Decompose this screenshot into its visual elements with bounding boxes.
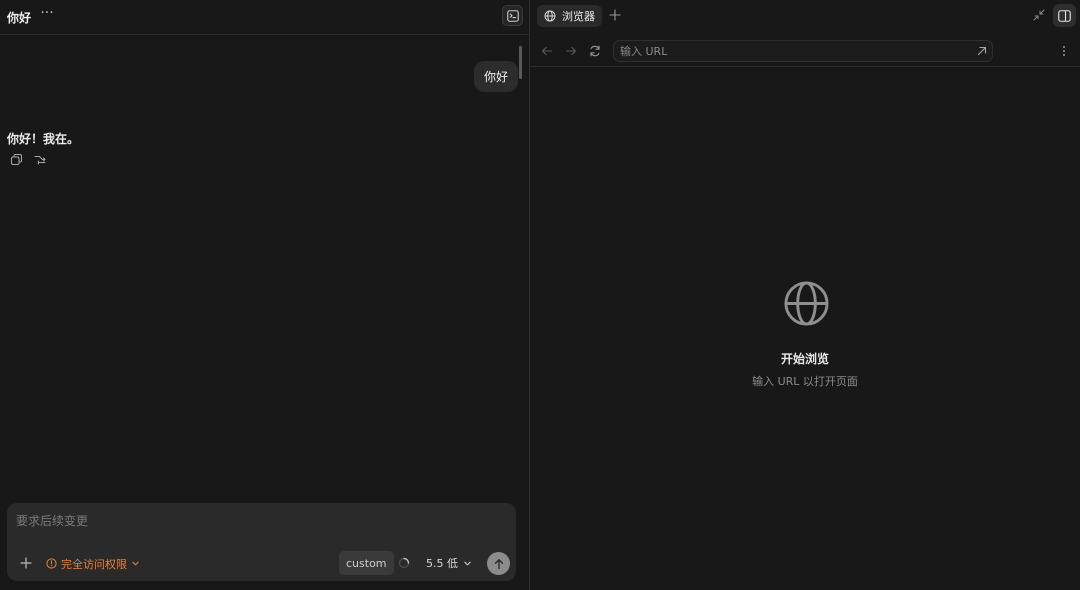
send-button[interactable] xyxy=(487,552,510,575)
more-options-button[interactable]: ··· xyxy=(39,6,55,23)
sidebar-toggle-icon xyxy=(1058,9,1071,22)
globe-icon xyxy=(784,281,829,326)
browser-nav-bar xyxy=(530,35,1080,67)
refresh-icon[interactable] xyxy=(588,44,602,58)
user-message: 你好 xyxy=(474,61,519,92)
more-vertical-icon[interactable] xyxy=(1060,44,1068,58)
chat-title: 你好 xyxy=(7,11,32,25)
arrow-up-icon xyxy=(494,558,503,569)
custom-chip[interactable]: custom xyxy=(339,551,394,575)
empty-state-title: 开始浏览 xyxy=(780,352,829,366)
tab-browser-label: 浏览器 xyxy=(562,10,595,23)
plus-icon[interactable] xyxy=(18,555,34,571)
browser-pane: 浏览器 输入 URL 开始浏览 输入 URL 以打开页面 xyxy=(530,0,1080,590)
url-input[interactable] xyxy=(620,43,960,60)
arrow-up-right-icon[interactable] xyxy=(976,45,988,57)
model-select[interactable]: 5.5 低 xyxy=(426,555,472,571)
chat-scrollbar[interactable] xyxy=(519,46,522,79)
empty-state-subtitle: 输入 URL 以打开页面 xyxy=(752,375,858,388)
arrow-left-icon[interactable] xyxy=(540,44,554,58)
tab-browser[interactable]: 浏览器 xyxy=(537,5,602,27)
terminal-button[interactable] xyxy=(502,5,523,26)
composer-input[interactable] xyxy=(16,512,506,530)
assistant-message: 你好！我在。 xyxy=(7,132,80,146)
alert-circle-icon xyxy=(46,558,57,569)
collapse-icon[interactable] xyxy=(1033,9,1045,21)
chevron-down-icon xyxy=(132,561,139,566)
access-permission-label: 完全访问权限 xyxy=(61,557,127,571)
chat-pane: 你好 ··· 你好 你好！我在。 要求后续变更 完全访问权限 custom 5.… xyxy=(0,0,529,590)
globe-icon xyxy=(544,10,556,22)
user-message-text: 你好 xyxy=(484,70,509,84)
terminal-icon xyxy=(506,9,519,22)
access-permission-button[interactable]: 完全访问权限 xyxy=(46,555,140,572)
plus-icon[interactable] xyxy=(608,8,622,22)
branch-icon[interactable] xyxy=(33,153,46,166)
chat-header: 你好 ··· xyxy=(0,0,529,35)
url-bar xyxy=(613,40,993,62)
sidebar-toggle-button[interactable] xyxy=(1053,4,1076,27)
copy-icon[interactable] xyxy=(10,153,23,166)
model-label: 5.5 低 xyxy=(426,557,458,570)
chevron-down-icon xyxy=(464,561,471,565)
message-actions xyxy=(10,153,46,166)
loading-spinner-icon xyxy=(398,557,410,569)
arrow-right-icon[interactable] xyxy=(564,44,578,58)
